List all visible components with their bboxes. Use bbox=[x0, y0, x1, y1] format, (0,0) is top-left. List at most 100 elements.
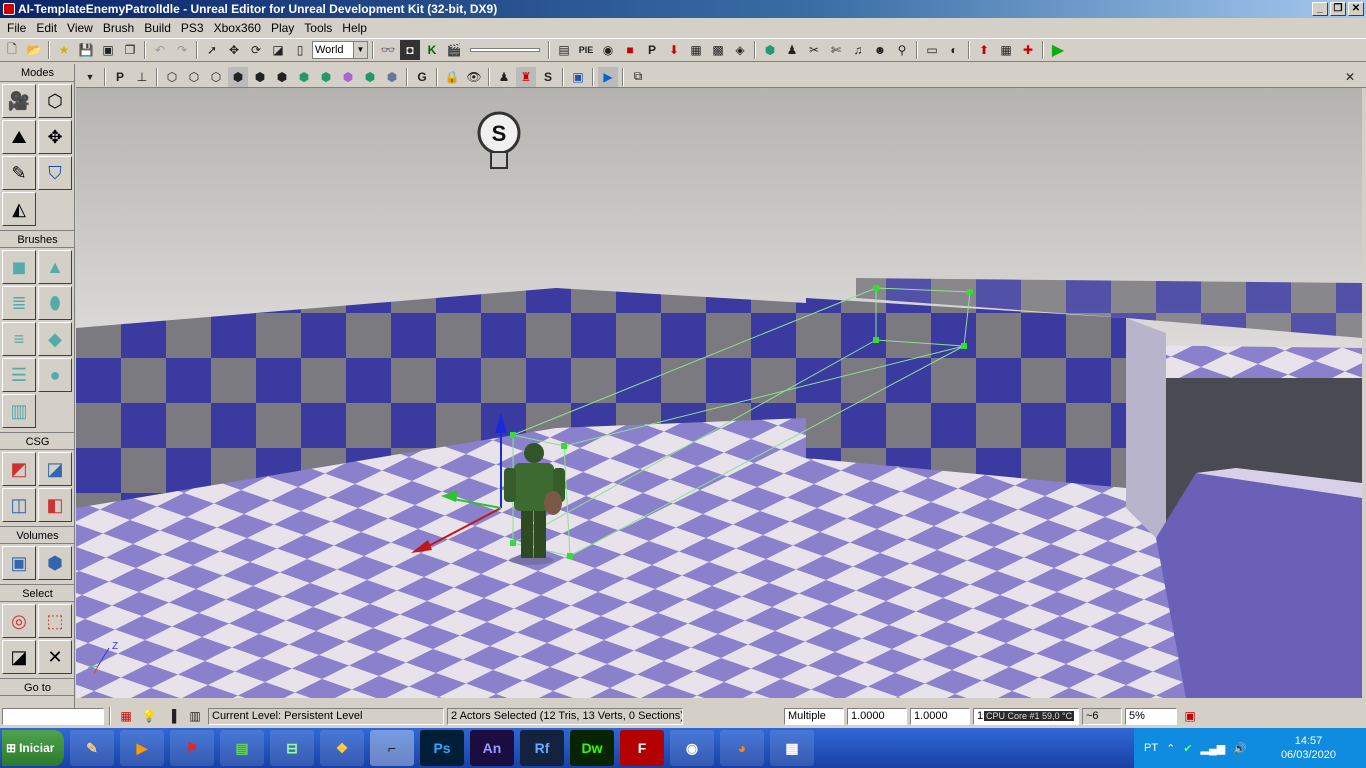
physics-icon[interactable]: ⚲ bbox=[892, 40, 912, 60]
volumetric-brush-icon[interactable]: ▥ bbox=[2, 394, 36, 428]
speed-slider[interactable] bbox=[470, 48, 540, 52]
lock-camera-icon[interactable]: ⊥ bbox=[132, 67, 152, 87]
pie-icon[interactable]: PIE bbox=[576, 40, 596, 60]
snap-grid-icon[interactable]: ▦ bbox=[116, 706, 136, 726]
taskbar-media-icon[interactable]: ▶ bbox=[120, 730, 164, 766]
hide-selected-icon[interactable]: ⬚ bbox=[38, 604, 72, 638]
csg-subtract-icon[interactable]: ◪ bbox=[38, 452, 72, 486]
copy-icon[interactable]: ❐ bbox=[120, 40, 140, 60]
sound-icon[interactable]: ♫ bbox=[848, 40, 868, 60]
eye-icon[interactable]: 👁 bbox=[464, 67, 484, 87]
cook-icon[interactable]: ✚ bbox=[1018, 40, 1038, 60]
status-toggle-icon[interactable]: ▣ bbox=[1180, 706, 1200, 726]
restore-button[interactable]: ❐ bbox=[1330, 2, 1346, 16]
save-icon[interactable]: 💾 bbox=[76, 40, 96, 60]
detail-lighting-icon[interactable]: ⬢ bbox=[250, 67, 270, 87]
scale-grid-field[interactable]: 1.0000CPU Core #1 59,0 °C bbox=[973, 707, 1079, 725]
binoculars-icon[interactable]: 👓 bbox=[378, 40, 398, 60]
redo-icon[interactable]: ↷ bbox=[172, 40, 192, 60]
close-button[interactable]: ✕ bbox=[1348, 2, 1364, 16]
taskbar-calendar-icon[interactable]: ▦ bbox=[770, 730, 814, 766]
select-none-icon[interactable]: ✕ bbox=[38, 640, 72, 674]
signal-icon[interactable]: ▂▄▆ bbox=[1201, 742, 1226, 755]
save-all-icon[interactable]: ▣ bbox=[98, 40, 118, 60]
open-icon[interactable]: 📂 bbox=[24, 40, 44, 60]
tray-app-icon[interactable]: ✔ bbox=[1183, 742, 1192, 755]
texture-mode-icon[interactable]: ✎ bbox=[2, 156, 36, 190]
csg-add-icon[interactable]: ◩ bbox=[2, 452, 36, 486]
menu-file[interactable]: File bbox=[2, 21, 31, 35]
cube-brush-icon[interactable]: ◼ bbox=[2, 250, 36, 284]
language-indicator[interactable]: PT bbox=[1144, 742, 1158, 754]
taskbar-filezilla-icon[interactable]: F bbox=[620, 730, 664, 766]
actor-icon[interactable]: ♟ bbox=[782, 40, 802, 60]
taskbar-rf[interactable]: Rf bbox=[520, 730, 564, 766]
tray-expand-icon[interactable]: ⌃ bbox=[1166, 742, 1175, 755]
taskbar-photoshop[interactable]: Ps bbox=[420, 730, 464, 766]
taskbar-pdf-icon[interactable]: ⚑ bbox=[170, 730, 214, 766]
landscape-mode-icon[interactable]: ◭ bbox=[2, 192, 36, 226]
snap-field[interactable]: ~6 bbox=[1082, 707, 1122, 725]
geometry-mode-icon[interactable]: ⬡ bbox=[38, 84, 72, 118]
csg-deintersect-icon[interactable]: ◧ bbox=[38, 488, 72, 522]
menu-tools[interactable]: Tools bbox=[299, 21, 337, 35]
play-icon[interactable]: ▶ bbox=[1048, 40, 1068, 60]
menu-xbox360[interactable]: Xbox360 bbox=[209, 21, 266, 35]
taskbar-dreamweaver[interactable]: Dw bbox=[570, 730, 614, 766]
start-button[interactable]: ⊞ Iniciar bbox=[2, 730, 64, 766]
drag-mode-field[interactable]: Multiple bbox=[784, 707, 844, 725]
menu-build[interactable]: Build bbox=[139, 21, 176, 35]
brush-wireframe-icon[interactable]: ⬡ bbox=[162, 67, 182, 87]
column-icon[interactable]: ▐ bbox=[162, 706, 182, 726]
menu-view[interactable]: View bbox=[62, 21, 98, 35]
new-icon[interactable]: 🗋 bbox=[2, 40, 22, 60]
viewport-close-icon[interactable]: ✕ bbox=[1340, 67, 1360, 87]
viewport-menu-icon[interactable]: ▼ bbox=[80, 67, 100, 87]
realtime-icon[interactable]: ▤ bbox=[554, 40, 574, 60]
game-view-icon[interactable]: G bbox=[412, 67, 432, 87]
lit-icon[interactable]: ⬢ bbox=[228, 66, 248, 87]
undo-icon[interactable]: ↶ bbox=[150, 40, 170, 60]
matinee-icon[interactable]: 🎬 bbox=[444, 40, 464, 60]
mesh-icon[interactable]: ☻ bbox=[870, 40, 890, 60]
taskbar-animate[interactable]: An bbox=[470, 730, 514, 766]
add-volume-icon[interactable]: ▣ bbox=[2, 546, 36, 580]
undock-icon[interactable]: ⧉ bbox=[628, 67, 648, 87]
menu-edit[interactable]: Edit bbox=[31, 21, 62, 35]
percent-field[interactable]: 5% bbox=[1125, 707, 1177, 725]
monitor-icon[interactable]: ▭ bbox=[922, 40, 942, 60]
taskbar-chart-icon[interactable]: ▤ bbox=[220, 730, 264, 766]
camera-mode-icon[interactable]: 🎥 bbox=[2, 84, 36, 118]
build-lighting-icon[interactable]: ◉ bbox=[598, 40, 618, 60]
goto-select[interactable] bbox=[2, 707, 104, 725]
sheet-brush-icon[interactable]: ◆ bbox=[38, 322, 72, 356]
perspective-viewport[interactable]: S Z bbox=[76, 88, 1362, 698]
select-cursor-icon[interactable]: ➚ bbox=[202, 40, 222, 60]
csg-intersect-icon[interactable]: ◫ bbox=[2, 488, 36, 522]
minimize-button[interactable]: _ bbox=[1312, 2, 1328, 16]
rotation-grid-field[interactable]: 1.0000 bbox=[910, 707, 970, 725]
menu-play[interactable]: Play bbox=[266, 21, 299, 35]
volume-icon[interactable]: 🔊 bbox=[1233, 742, 1247, 755]
bulb-icon[interactable]: 💡 bbox=[139, 706, 159, 726]
light-complexity-icon[interactable]: ⬢ bbox=[294, 67, 314, 87]
record-icon[interactable]: ♜ bbox=[516, 66, 536, 87]
shield-icon[interactable]: ⬢ bbox=[760, 40, 780, 60]
lightmap-icon[interactable]: ◈ bbox=[730, 40, 750, 60]
play-in-viewport-icon[interactable]: ▶ bbox=[598, 66, 618, 87]
cylinder-brush-icon[interactable]: ⬮ bbox=[38, 286, 72, 320]
scale-icon[interactable]: ◪ bbox=[268, 40, 288, 60]
unlit-icon[interactable]: ⬡ bbox=[206, 67, 226, 87]
lock-icon[interactable]: 🔒 bbox=[442, 67, 462, 87]
rotate-icon[interactable]: ⟳ bbox=[246, 40, 266, 60]
menu-brush[interactable]: Brush bbox=[98, 21, 139, 35]
lighting-channels-icon[interactable]: ⬢ bbox=[382, 67, 402, 87]
invert-selection-icon[interactable]: ◪ bbox=[2, 640, 36, 674]
translate-icon[interactable]: ✥ bbox=[224, 40, 244, 60]
shader-complexity-icon[interactable]: ⬢ bbox=[338, 67, 358, 87]
screen-icon[interactable]: ▦ bbox=[996, 40, 1016, 60]
lightmap-density-icon[interactable]: ⬢ bbox=[360, 67, 380, 87]
texture-density-icon[interactable]: ⬢ bbox=[316, 67, 336, 87]
actor-view-icon[interactable]: ♟ bbox=[494, 67, 514, 87]
maximize-viewport-icon[interactable]: ▣ bbox=[568, 67, 588, 87]
